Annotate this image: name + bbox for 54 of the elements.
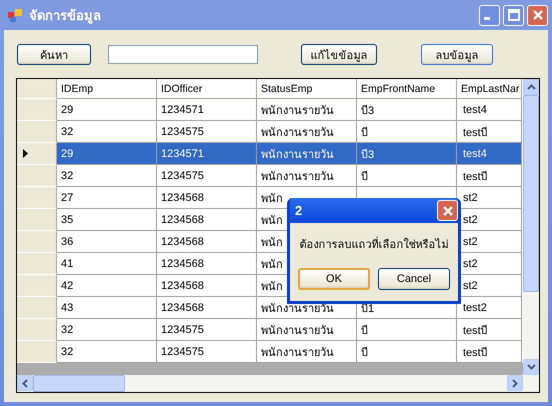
table-cell: 27: [57, 187, 157, 209]
table-cell: พนักงานรายวัน: [257, 99, 357, 121]
table-cell: 29: [57, 143, 157, 165]
dialog-button[interactable]: Cancel: [378, 268, 450, 290]
table-cell: test4: [457, 99, 522, 121]
column-header[interactable]: EmpLastNar: [457, 79, 522, 99]
table-cell: 1234568: [157, 297, 257, 319]
table-cell: 1234568: [157, 187, 257, 209]
table-cell: 1234568: [157, 253, 257, 275]
window-title: จัดการข้อมูล: [29, 6, 101, 26]
table-cell: 42: [57, 275, 157, 297]
table-cell: 43: [57, 297, 157, 319]
table-cell: 1234568: [157, 275, 257, 297]
table-cell: พนักงานรายวัน: [257, 121, 357, 143]
table-cell: 32: [57, 319, 157, 341]
table-cell: 1234568: [157, 231, 257, 253]
table-cell: 1234571: [157, 143, 257, 165]
table-cell: บี: [357, 319, 457, 341]
table-cell: บี3: [357, 143, 457, 165]
table-cell: testบี: [457, 319, 522, 341]
table-cell: testบี: [457, 165, 522, 187]
column-header[interactable]: StatusEmp: [257, 79, 357, 99]
table-cell: 1234571: [157, 99, 257, 121]
delete-button[interactable]: ลบข้อมูล: [421, 44, 493, 65]
column-header[interactable]: IDEmp: [57, 79, 157, 99]
table-cell: test2: [457, 297, 522, 319]
table-cell: บี: [357, 165, 457, 187]
table-cell: 29: [57, 99, 157, 121]
table-cell: 32: [57, 341, 157, 363]
table-cell: testบี: [457, 121, 522, 143]
table-cell: 1234575: [157, 319, 257, 341]
edit-button[interactable]: แก้ไขข้อมูล: [301, 44, 377, 65]
column-header[interactable]: EmpFrontName: [357, 79, 457, 99]
search-button[interactable]: ค้นหา: [17, 44, 91, 65]
table-cell: พนักงานรายวัน: [257, 143, 357, 165]
table-cell: บี: [357, 121, 457, 143]
table-cell: 1234575: [157, 341, 257, 363]
table-cell: testบี: [457, 341, 522, 363]
table-cell: พนักงานรายวัน: [257, 165, 357, 187]
table-cell: 1234568: [157, 209, 257, 231]
dialog-button[interactable]: OK: [298, 268, 370, 290]
table-cell: 1234575: [157, 121, 257, 143]
table-cell: 36: [57, 231, 157, 253]
table-cell: test4: [457, 143, 522, 165]
table-cell: พนักงานรายวัน: [257, 341, 357, 363]
table-cell: 32: [57, 165, 157, 187]
table-cell: 35: [57, 209, 157, 231]
table-cell: บี3: [357, 99, 457, 121]
table-cell: 41: [57, 253, 157, 275]
table-cell: 1234575: [157, 165, 257, 187]
table-cell: พนักงานรายวัน: [257, 319, 357, 341]
table-cell: 32: [57, 121, 157, 143]
column-header[interactable]: IDOfficer: [157, 79, 257, 99]
table-cell: บี: [357, 341, 457, 363]
